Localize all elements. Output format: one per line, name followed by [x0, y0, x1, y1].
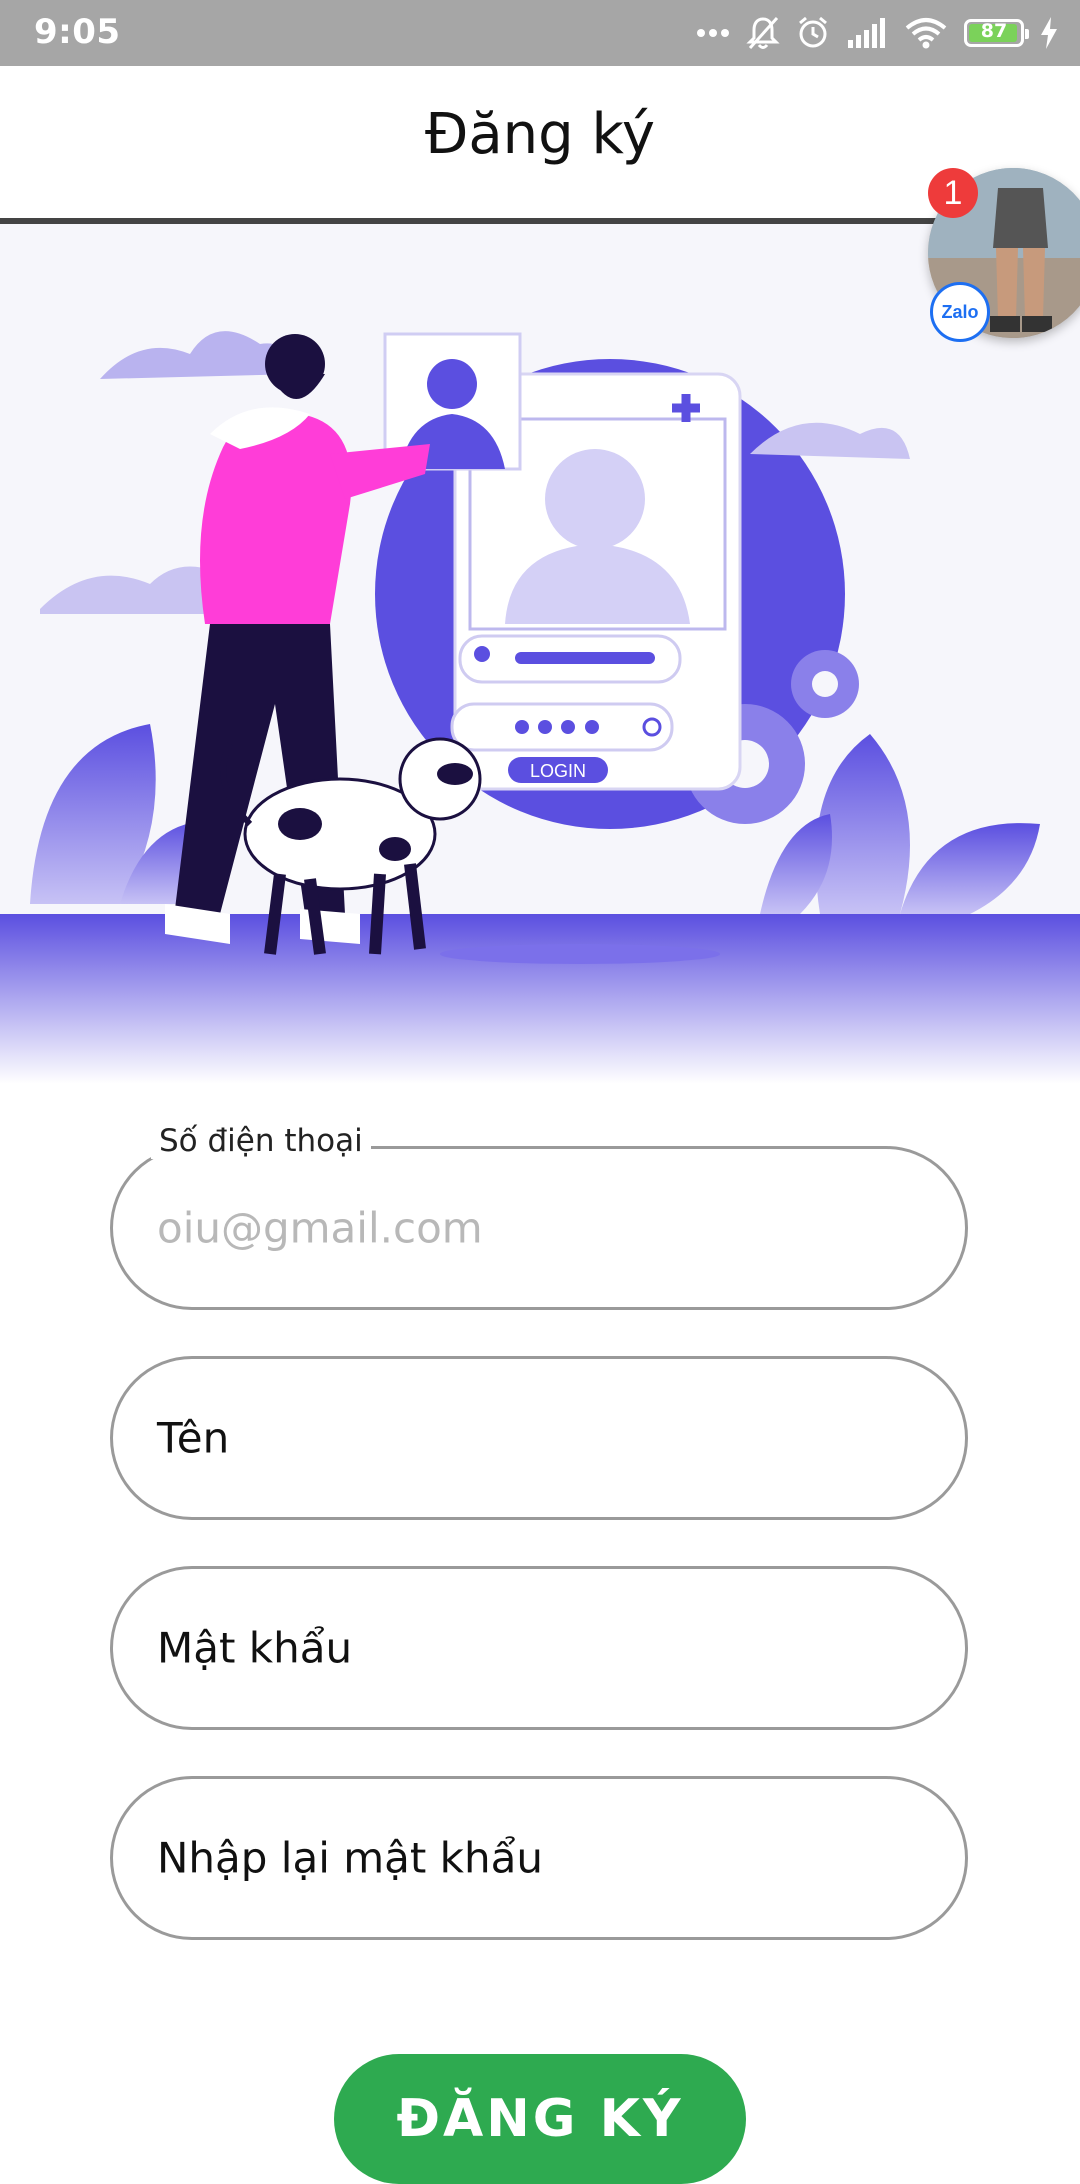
- app-bar: Đăng ký: [0, 66, 1080, 224]
- confirm-password-input[interactable]: Nhập lại mật khẩu: [157, 1834, 543, 1883]
- hero-illustration: LOGIN: [0, 224, 1080, 1084]
- more-dots-icon: [697, 29, 729, 37]
- register-button[interactable]: ĐĂNG KÝ: [334, 2054, 746, 2184]
- page-title: Đăng ký: [424, 102, 656, 167]
- name-input[interactable]: Tên: [157, 1414, 229, 1463]
- status-icons: 87: [696, 10, 1058, 56]
- alarm-icon: [799, 16, 827, 48]
- battery-icon: 87: [964, 19, 1029, 47]
- floor: [0, 914, 1080, 1084]
- notification-badge: 1: [928, 168, 978, 218]
- zalo-app-icon: Zalo: [930, 282, 990, 342]
- phone-field-label: Số điện thoại: [151, 1123, 371, 1159]
- battery-level: 87: [980, 20, 1008, 42]
- phone-input[interactable]: oiu@gmail.com: [157, 1204, 483, 1253]
- password-input[interactable]: Mật khẩu: [157, 1624, 352, 1673]
- status-bar: 9:05 87: [0, 0, 1080, 66]
- password-field[interactable]: Mật khẩu: [110, 1566, 968, 1730]
- hero-login-label: LOGIN: [530, 761, 586, 781]
- charging-icon: [1041, 17, 1057, 49]
- signal-icon: [848, 18, 885, 48]
- silent-bell-icon: [746, 16, 780, 50]
- confirm-password-field[interactable]: Nhập lại mật khẩu: [110, 1776, 968, 1940]
- name-field[interactable]: Tên: [110, 1356, 968, 1520]
- wifi-icon: [905, 18, 947, 49]
- status-time: 9:05: [34, 12, 121, 52]
- phone-field[interactable]: Số điện thoại oiu@gmail.com: [110, 1123, 968, 1310]
